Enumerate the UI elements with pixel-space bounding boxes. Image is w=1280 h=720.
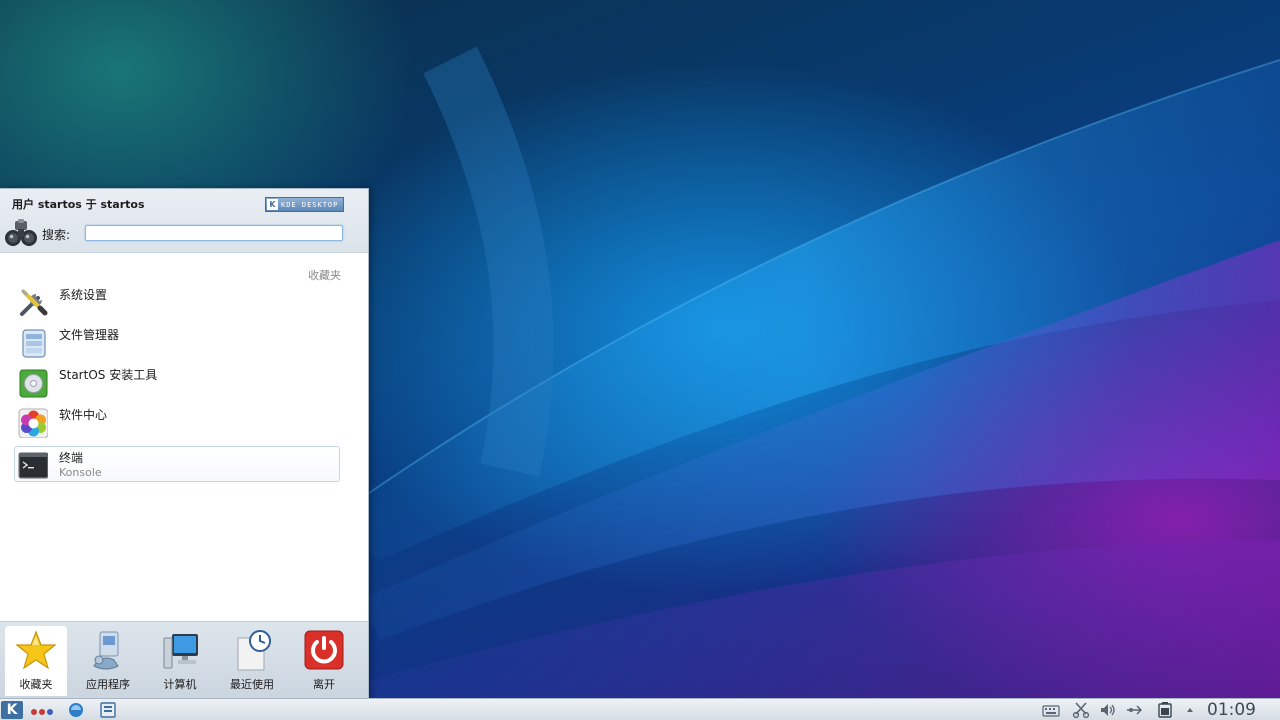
tools-icon <box>20 288 48 316</box>
tab-label: 收藏夹 <box>19 678 53 691</box>
browser-icon[interactable] <box>67 701 85 719</box>
software-center-icon <box>18 408 48 438</box>
user-host-label: 用户 startos 于 startos <box>12 198 145 211</box>
clock-display[interactable]: 01:09 <box>1207 700 1256 720</box>
kde-launcher-button[interactable]: K <box>1 701 23 719</box>
kde-logo-glyph: K <box>267 199 278 210</box>
installer-icon <box>19 369 48 398</box>
favorite-item-installer[interactable]: StartOS 安装工具 <box>14 363 340 399</box>
kde-logo-text: KDE DESKTOP <box>281 200 339 209</box>
battery-icon[interactable] <box>1156 702 1174 718</box>
tab-label: 计算机 <box>163 678 197 691</box>
taskbar-panel: K 01:09 <box>0 698 1280 720</box>
recent-icon <box>237 630 271 671</box>
favorite-item-title: 终端 <box>59 451 84 465</box>
scissors-icon[interactable] <box>1072 702 1090 718</box>
favorite-item-title: 系统设置 <box>59 288 108 302</box>
kde-launcher-glyph: K <box>6 702 18 718</box>
tab-computer[interactable]: 计算机 <box>149 626 211 696</box>
favorite-item-file-manager[interactable]: 文件管理器 <box>14 323 340 359</box>
favorite-item-title: 软件中心 <box>59 408 108 422</box>
launcher-tab-bar: 收藏夹 应用程序 计算机 最近使用 离开 <box>0 621 368 700</box>
favorite-item-subtitle: Konsole <box>59 466 102 479</box>
tab-applications[interactable]: 应用程序 <box>77 626 139 696</box>
favorite-item-system-settings[interactable]: 系统设置 <box>14 283 340 319</box>
kde-desktop-logo: K KDE DESKTOP <box>265 197 344 212</box>
tab-label: 离开 <box>313 678 335 691</box>
arrow-up-icon[interactable] <box>1184 702 1196 718</box>
favorite-item-title: 文件管理器 <box>59 328 120 342</box>
favorite-item-title: StartOS 安装工具 <box>59 368 158 382</box>
keyboard-icon[interactable] <box>1042 702 1060 718</box>
star-icon <box>16 630 56 670</box>
computer-icon <box>163 634 198 669</box>
tab-leave[interactable]: 离开 <box>293 626 355 696</box>
volume-icon[interactable] <box>1099 702 1117 718</box>
file-manager-icon <box>22 329 46 358</box>
tab-favorites[interactable]: 收藏夹 <box>5 626 67 696</box>
show-desktop-icon[interactable] <box>99 701 117 719</box>
favorites-section-header: 收藏夹 <box>308 269 341 282</box>
tab-label: 最近使用 <box>230 678 274 691</box>
applications-icon <box>93 631 119 670</box>
network-icon[interactable] <box>1126 702 1144 718</box>
tab-recent[interactable]: 最近使用 <box>221 626 283 696</box>
search-input[interactable] <box>85 225 343 241</box>
activities-icon[interactable] <box>29 701 55 719</box>
favorite-item-software-center[interactable]: 软件中心 <box>14 403 340 439</box>
search-label: 搜索: <box>42 228 71 242</box>
power-icon <box>304 630 344 670</box>
binoculars-icon <box>5 219 37 246</box>
launcher-header: 用户 startos 于 startos K KDE DESKTOP 搜索: <box>0 189 368 253</box>
application-launcher-menu: 用户 startos 于 startos K KDE DESKTOP 搜索: 收… <box>0 188 369 700</box>
favorite-item-terminal[interactable]: 终端 Konsole <box>14 446 340 482</box>
terminal-icon <box>18 452 48 479</box>
tab-label: 应用程序 <box>86 678 130 691</box>
